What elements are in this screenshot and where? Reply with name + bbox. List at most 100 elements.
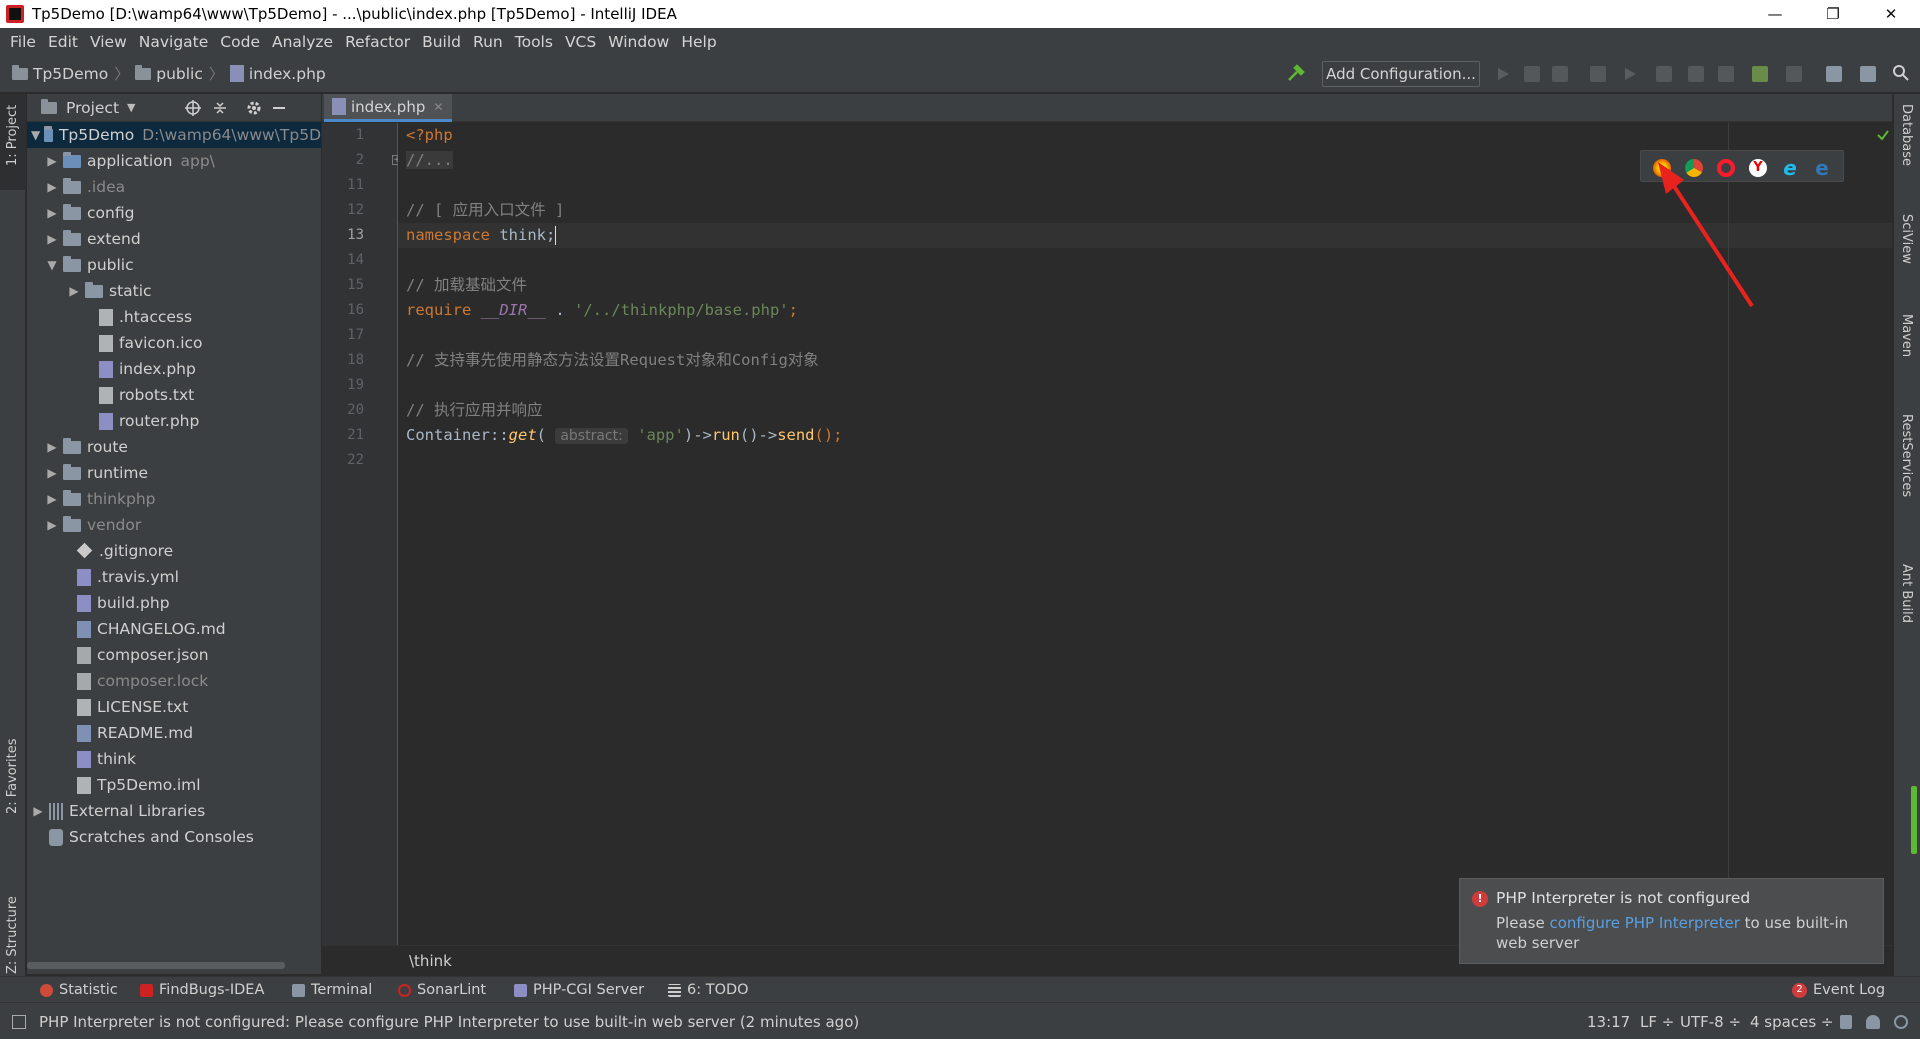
stop-icon[interactable] bbox=[1786, 66, 1802, 82]
tree-node-file[interactable]: composer.json bbox=[77, 642, 209, 668]
status-message[interactable]: PHP Interpreter is not configured: Pleas… bbox=[39, 1013, 859, 1031]
breadcrumb-project[interactable]: Tp5Demo bbox=[12, 64, 108, 83]
tree-node-folder[interactable]: ▶ extend bbox=[45, 226, 141, 252]
tree-node-file[interactable]: CHANGELOG.md bbox=[77, 616, 226, 642]
sonarlint-tool-button[interactable]: SonarLint bbox=[398, 982, 486, 998]
breadcrumb-folder[interactable]: public bbox=[135, 64, 203, 83]
menu-view[interactable]: View bbox=[84, 33, 133, 51]
chevron-down-icon[interactable]: ▼ bbox=[127, 101, 135, 114]
minimize-button[interactable]: — bbox=[1746, 0, 1804, 28]
tree-node-file[interactable]: LICENSE.txt bbox=[77, 694, 188, 720]
menu-analyze[interactable]: Analyze bbox=[266, 33, 339, 51]
add-configuration-button[interactable]: Add Configuration... bbox=[1322, 61, 1480, 87]
line-separator[interactable]: LF ÷ bbox=[1640, 1013, 1674, 1031]
close-tab-icon[interactable]: ✕ bbox=[433, 100, 443, 114]
lock-icon[interactable] bbox=[1840, 1015, 1852, 1029]
tree-node-folder[interactable]: ▶ application app\ bbox=[45, 148, 215, 174]
menu-run[interactable]: Run bbox=[467, 33, 509, 51]
menu-tools[interactable]: Tools bbox=[509, 33, 559, 51]
restservices-tool-tab[interactable]: RestServices bbox=[1899, 414, 1914, 497]
todo-tool-button[interactable]: 6: TODO bbox=[668, 982, 749, 998]
maven-tool-tab[interactable]: Maven bbox=[1899, 314, 1914, 357]
sync-icon[interactable] bbox=[1752, 66, 1768, 82]
tree-node-file[interactable]: .htaccess bbox=[99, 304, 192, 330]
chevron-right-icon[interactable]: ▶ bbox=[45, 492, 59, 506]
run-icon[interactable] bbox=[1495, 66, 1511, 82]
run-alt-icon[interactable] bbox=[1622, 66, 1638, 82]
collapse-all-icon[interactable] bbox=[212, 100, 228, 116]
restore-button[interactable]: ❐ bbox=[1804, 0, 1862, 28]
concurrency-icon[interactable] bbox=[1688, 66, 1704, 82]
locate-file-icon[interactable] bbox=[185, 100, 201, 116]
tree-node-file[interactable]: .travis.yml bbox=[77, 564, 179, 590]
chevron-right-icon[interactable]: ▶ bbox=[67, 284, 81, 298]
tree-node-root[interactable]: ▼ Tp5Demo D:\wamp64\www\Tp5D bbox=[27, 122, 321, 148]
menu-vcs[interactable]: VCS bbox=[559, 33, 602, 51]
project-view-selector[interactable]: Project bbox=[66, 99, 119, 117]
chevron-right-icon[interactable]: ▶ bbox=[45, 440, 59, 454]
favorites-tool-tab[interactable]: 2: Favorites bbox=[5, 738, 20, 814]
tree-node-file[interactable]: composer.lock bbox=[77, 668, 208, 694]
breadcrumb-file[interactable]: index.php bbox=[229, 65, 326, 83]
tree-node-file[interactable]: build.php bbox=[77, 590, 170, 616]
findbugs-tool-button[interactable]: FindBugs-IDEA bbox=[140, 982, 264, 998]
debug-icon[interactable] bbox=[1524, 66, 1540, 82]
tree-node-file[interactable]: favicon.ico bbox=[99, 330, 203, 356]
internet-explorer-icon[interactable]: e bbox=[1781, 158, 1799, 178]
tree-node-folder[interactable]: ▼ public bbox=[45, 252, 134, 278]
chevron-right-icon[interactable]: ▶ bbox=[45, 518, 59, 532]
file-encoding[interactable]: UTF-8 ÷ bbox=[1680, 1013, 1741, 1031]
statistic-tool-button[interactable]: Statistic bbox=[40, 982, 118, 998]
chevron-right-icon[interactable]: ▶ bbox=[31, 804, 45, 818]
editor-tab-index-php[interactable]: index.php ✕ bbox=[324, 94, 452, 122]
ant-build-tool-tab[interactable]: Ant Build bbox=[1899, 564, 1914, 623]
chevron-right-icon[interactable]: ▶ bbox=[45, 180, 59, 194]
folded-comment[interactable]: //... bbox=[406, 151, 453, 169]
namespace-crumb[interactable]: \think bbox=[409, 952, 452, 970]
event-log-button[interactable]: 2 Event Log bbox=[1792, 982, 1885, 998]
profile-icon[interactable] bbox=[1590, 66, 1606, 82]
tree-node-file[interactable]: robots.txt bbox=[99, 382, 194, 408]
chevron-down-icon[interactable]: ▼ bbox=[45, 258, 59, 272]
tree-node-folder[interactable]: ▶ config bbox=[45, 200, 134, 226]
tree-node-file[interactable]: README.md bbox=[77, 720, 193, 746]
menu-navigate[interactable]: Navigate bbox=[133, 33, 215, 51]
project-horizontal-scrollbar[interactable] bbox=[27, 962, 285, 969]
tree-node-folder[interactable]: ▶ static bbox=[67, 278, 152, 304]
terminal-tool-button[interactable]: Terminal bbox=[292, 982, 372, 998]
tree-node-folder[interactable]: ▶ .idea bbox=[45, 174, 125, 200]
indent-setting[interactable]: 4 spaces ÷ bbox=[1750, 1013, 1833, 1031]
inspection-ok-icon[interactable] bbox=[1876, 128, 1890, 142]
chevron-right-icon[interactable]: ▶ bbox=[45, 154, 59, 168]
menu-code[interactable]: Code bbox=[214, 33, 266, 51]
menu-edit[interactable]: Edit bbox=[42, 33, 84, 51]
tree-node-scratches[interactable]: Scratches and Consoles bbox=[49, 824, 254, 850]
chevron-right-icon[interactable]: ▶ bbox=[45, 232, 59, 246]
menu-window[interactable]: Window bbox=[602, 33, 675, 51]
tree-node-file[interactable]: .gitignore bbox=[77, 538, 173, 564]
search-icon[interactable] bbox=[1892, 64, 1910, 82]
run-coverage-icon[interactable] bbox=[1552, 66, 1568, 82]
tree-node-folder[interactable]: ▶ vendor bbox=[45, 512, 141, 538]
hide-panel-icon[interactable] bbox=[271, 100, 287, 116]
tree-node-external-libraries[interactable]: ▶ External Libraries bbox=[31, 798, 205, 824]
close-button[interactable]: ✕ bbox=[1862, 0, 1920, 28]
php-cgi-server-tool-button[interactable]: PHP-CGI Server bbox=[514, 982, 644, 998]
inspector-icon[interactable] bbox=[1866, 1015, 1880, 1029]
menu-build[interactable]: Build bbox=[416, 33, 467, 51]
structure-tool-tab[interactable]: Z: Structure bbox=[5, 896, 20, 974]
attach-debugger-icon[interactable] bbox=[1656, 66, 1672, 82]
tasks-icon[interactable] bbox=[1718, 66, 1734, 82]
tree-node-file[interactable]: router.php bbox=[99, 408, 199, 434]
tree-node-folder[interactable]: ▶ runtime bbox=[45, 460, 148, 486]
project-structure-icon[interactable] bbox=[1826, 66, 1842, 82]
chevron-right-icon[interactable]: ▶ bbox=[45, 466, 59, 480]
sciview-tool-tab[interactable]: SciView bbox=[1899, 214, 1914, 264]
presentation-icon[interactable] bbox=[1860, 66, 1876, 82]
tree-node-folder[interactable]: ▶ route bbox=[45, 434, 128, 460]
caret-position[interactable]: 13:17 bbox=[1587, 1013, 1630, 1031]
edge-icon[interactable]: e bbox=[1813, 158, 1831, 178]
database-tool-tab[interactable]: Database bbox=[1899, 104, 1914, 166]
tree-node-file[interactable]: Tp5Demo.iml bbox=[77, 772, 201, 798]
build-hammer-icon[interactable] bbox=[1286, 64, 1306, 84]
